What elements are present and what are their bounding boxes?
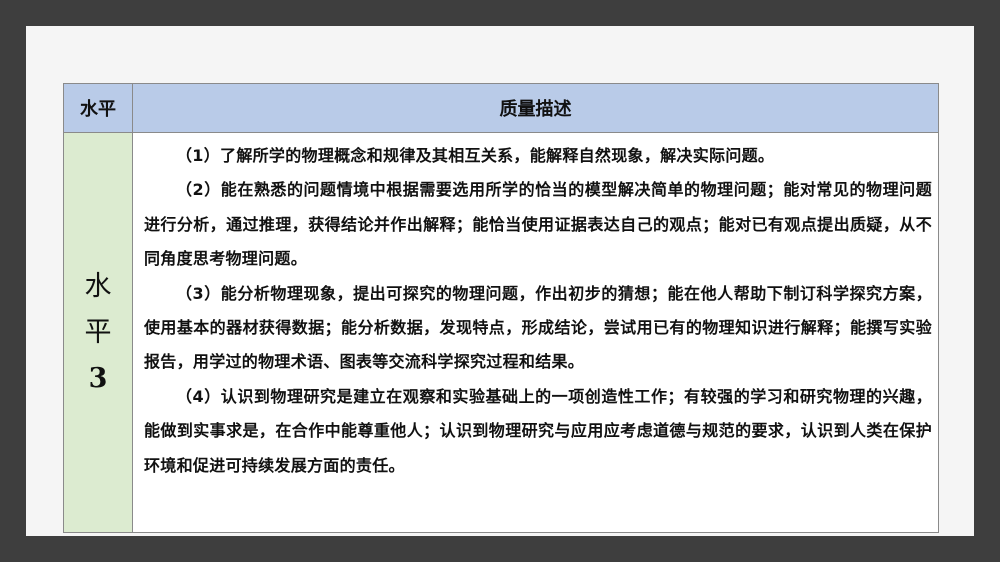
- level-char-2: 平: [84, 316, 112, 348]
- description-paragraph-3: （3）能分析物理现象，提出可探究的物理问题，作出初步的猜想；能在他人帮助下制订科…: [144, 283, 932, 372]
- quality-table: 水平 质量描述 水 平 3 （1）了解所学的物理概念和规律及其相互关系，能解释自…: [63, 83, 939, 533]
- table-header-row: 水平 质量描述: [64, 84, 938, 133]
- level-number: 3: [88, 362, 108, 394]
- slide: 水平 质量描述 水 平 3 （1）了解所学的物理概念和规律及其相互关系，能解释自…: [26, 26, 974, 536]
- description-paragraph-1: （1）了解所学的物理概念和规律及其相互关系，能解释自然现象，解决实际问题。: [176, 146, 775, 165]
- header-description: 质量描述: [499, 99, 572, 120]
- description-cell: （1）了解所学的物理概念和规律及其相互关系，能解释自然现象，解决实际问题。 （2…: [144, 139, 932, 529]
- header-level: 水平: [64, 84, 133, 132]
- description-paragraph-4: （4）认识到物理研究是建立在观察和实验基础上的一项创造性工作；有较强的学习和研究…: [144, 386, 932, 475]
- level-cell: 水 平 3: [64, 133, 133, 532]
- level-char-1: 水: [84, 270, 112, 302]
- description-paragraph-2: （2）能在熟悉的问题情境中根据需要选用所学的恰当的模型解决简单的物理问题；能对常…: [144, 180, 932, 269]
